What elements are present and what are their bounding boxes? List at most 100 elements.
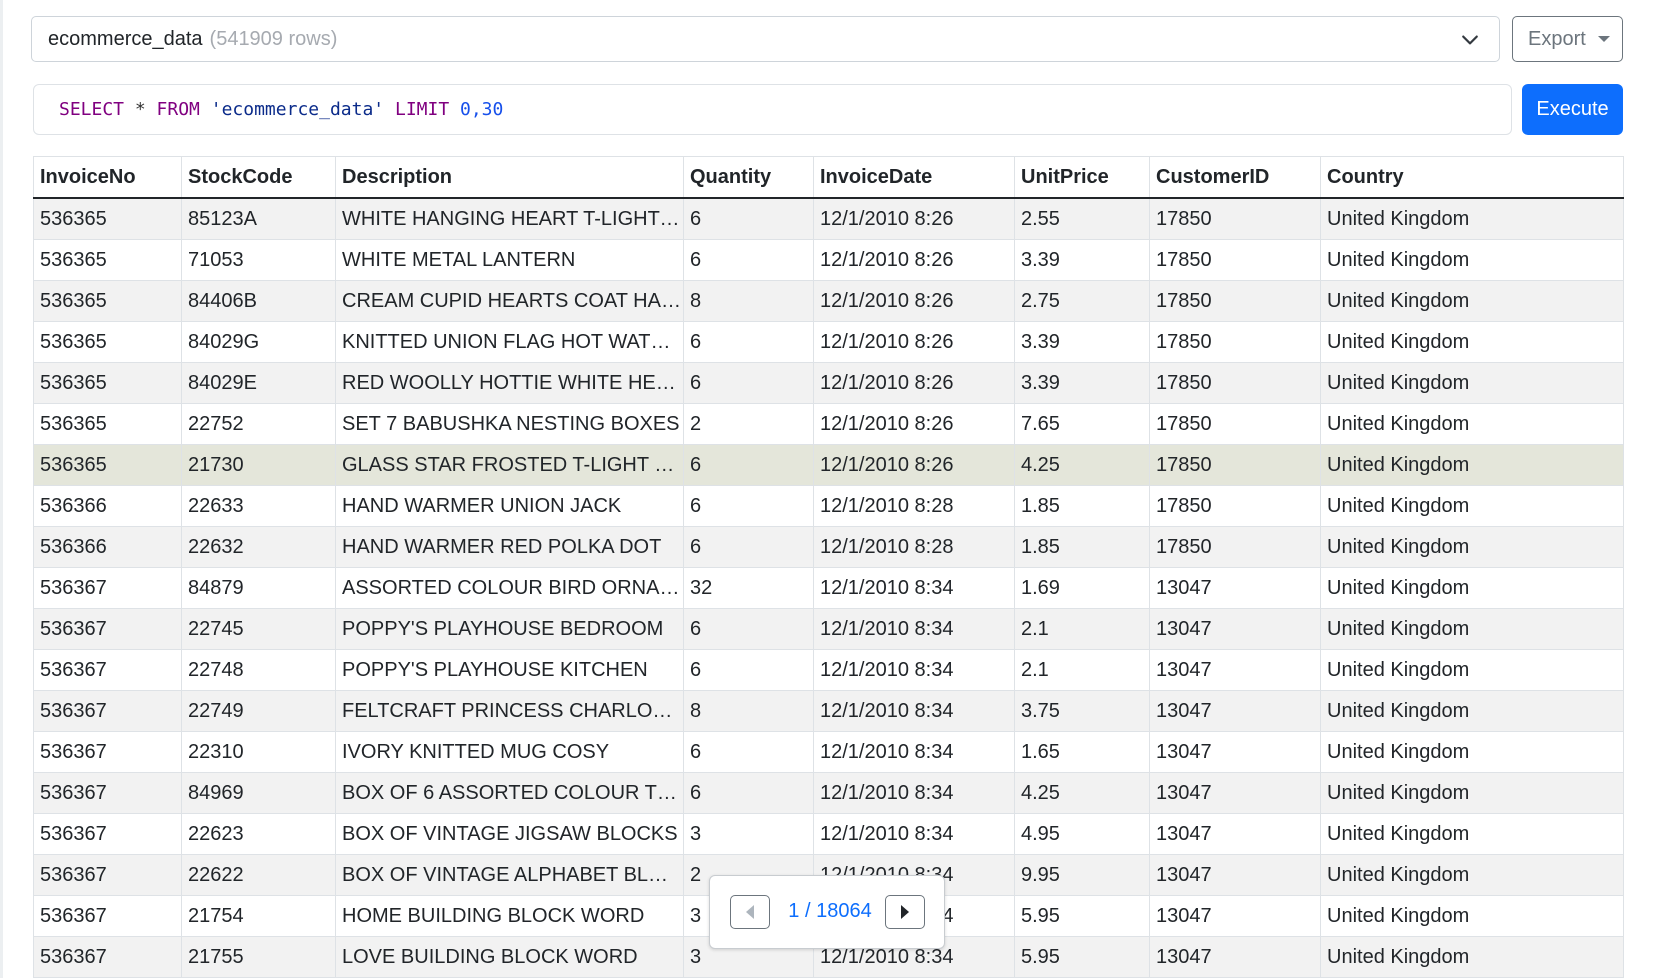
cell-unitprice: 2.75 [1014, 280, 1150, 322]
cell-customerid: 13047 [1149, 936, 1321, 978]
cell-stockcode: 22310 [181, 731, 336, 773]
cell-country: United Kingdom [1320, 485, 1624, 527]
column-header-quantity[interactable]: Quantity [683, 156, 814, 199]
table-row[interactable]: 536367 22310 IVORY KNITTED MUG COSY 6 12/1/2… [33, 731, 1624, 773]
cell-quantity: 6 [683, 649, 814, 691]
export-button[interactable]: Export [1512, 16, 1623, 62]
cell-country: United Kingdom [1320, 403, 1624, 445]
left-edge-divider [0, 0, 3, 978]
table-select-name: ecommerce_data [48, 27, 203, 50]
cell-invoiceno: 536365 [33, 444, 182, 486]
cell-unitprice: 3.39 [1014, 239, 1150, 281]
cell-description: RED WOOLLY HOTTIE WHITE HEART. [335, 362, 684, 404]
cell-country: United Kingdom [1320, 567, 1624, 609]
cell-quantity: 2 [683, 403, 814, 445]
column-header-stockcode[interactable]: StockCode [181, 156, 336, 199]
cell-stockcode: 85123A [181, 198, 336, 240]
table-row[interactable]: 536365 84406B CREAM CUPID HEARTS COAT HANG… [33, 280, 1624, 322]
table-row[interactable]: 536365 71053 WHITE METAL LANTERN 6 12/1/2010… [33, 239, 1624, 281]
cell-unitprice: 2.55 [1014, 198, 1150, 240]
cell-invoicedate: 12/1/2010 8:34 [813, 567, 1015, 609]
table-row[interactable]: 536366 22633 HAND WARMER UNION JACK 6 12/1/2… [33, 485, 1624, 527]
cell-country: United Kingdom [1320, 895, 1624, 937]
cell-country: United Kingdom [1320, 772, 1624, 814]
cell-invoiceno: 536365 [33, 280, 182, 322]
table-row[interactable]: 536367 22623 BOX OF VINTAGE JIGSAW BLOCKS 3… [33, 813, 1624, 855]
table-row[interactable]: 536365 22752 SET 7 BABUSHKA NESTING BOXES 2… [33, 403, 1624, 445]
cell-invoiceno: 536367 [33, 690, 182, 732]
sql-keyword-limit: LIMIT [394, 99, 450, 120]
cell-stockcode: 22622 [181, 854, 336, 896]
cell-unitprice: 3.39 [1014, 321, 1150, 363]
cell-stockcode: 22752 [181, 403, 336, 445]
cell-customerid: 13047 [1149, 772, 1321, 814]
cell-unitprice: 1.85 [1014, 485, 1150, 527]
cell-customerid: 17850 [1149, 403, 1321, 445]
table-row[interactable]: 536365 21730 GLASS STAR FROSTED T-LIGHT HO… [33, 444, 1624, 486]
cell-invoiceno: 536367 [33, 649, 182, 691]
cell-description: CREAM CUPID HEARTS COAT HANGER [335, 280, 684, 322]
cell-invoicedate: 12/1/2010 8:26 [813, 444, 1015, 486]
cell-invoicedate: 12/1/2010 8:26 [813, 403, 1015, 445]
execute-button[interactable]: Execute [1522, 84, 1623, 135]
cell-unitprice: 1.65 [1014, 731, 1150, 773]
cell-description: WHITE METAL LANTERN [335, 239, 684, 281]
cell-country: United Kingdom [1320, 280, 1624, 322]
cell-description: GLASS STAR FROSTED T-LIGHT HOLDER [335, 444, 684, 486]
cell-country: United Kingdom [1320, 526, 1624, 568]
cell-description: FELTCRAFT PRINCESS CHARLOTTE DOLL [335, 690, 684, 732]
cell-country: United Kingdom [1320, 690, 1624, 732]
cell-quantity: 6 [683, 485, 814, 527]
cell-country: United Kingdom [1320, 321, 1624, 363]
cell-quantity: 8 [683, 280, 814, 322]
table-select[interactable]: ecommerce_data (541909 rows) [31, 16, 1500, 62]
table-row[interactable]: 536365 84029G KNITTED UNION FLAG HOT WATER… [33, 321, 1624, 363]
cell-invoicedate: 12/1/2010 8:34 [813, 813, 1015, 855]
table-row[interactable]: 536365 84029E RED WOOLLY HOTTIE WHITE HEAR… [33, 362, 1624, 404]
column-header-unitprice[interactable]: UnitPrice [1014, 156, 1150, 199]
table-row[interactable]: 53636784969BOX OF 6 ASSORTED COLOUR TEAS… [33, 772, 1624, 814]
cell-stockcode: 21730 [181, 444, 336, 486]
column-header-invoiceno[interactable]: InvoiceNo [33, 156, 182, 199]
column-header-country[interactable]: Country [1320, 156, 1624, 199]
cell-country: United Kingdom [1320, 649, 1624, 691]
cell-unitprice: 7.65 [1014, 403, 1150, 445]
next-page-button[interactable] [885, 895, 925, 929]
table-row[interactable]: 536367 22745 POPPY'S PLAYHOUSE BEDROOM 6 12/… [33, 608, 1624, 650]
cell-invoicedate: 12/1/2010 8:34 [813, 731, 1015, 773]
export-button-label: Export [1528, 27, 1586, 50]
cell-invoiceno: 536367 [33, 731, 182, 773]
caret-down-icon [1597, 36, 1610, 42]
prev-page-button[interactable] [730, 895, 770, 929]
table-row[interactable]: 536365 85123A WHITE HANGING HEART T-LIGHT … [33, 198, 1624, 240]
cell-stockcode: 22748 [181, 649, 336, 691]
cell-stockcode: 84029G [181, 321, 336, 363]
cell-invoicedate: 12/1/2010 8:34 [813, 608, 1015, 650]
cell-unitprice: 4.25 [1014, 444, 1150, 486]
column-header-invoicedate[interactable]: InvoiceDate [813, 156, 1015, 199]
cell-quantity: 6 [683, 362, 814, 404]
cell-country: United Kingdom [1320, 608, 1624, 650]
table-row[interactable]: 536367 84879 ASSORTED COLOUR BIRD ORNAMENT… [33, 567, 1624, 609]
column-header-customerid[interactable]: CustomerID [1149, 156, 1321, 199]
cell-invoicedate: 12/1/2010 8:34 [813, 690, 1015, 732]
table-row[interactable]: 536366 22632 HAND WARMER RED POLKA DOT 6 12/… [33, 526, 1624, 568]
sql-query-editor[interactable]: SELECT * FROM 'ecommerce_data' LIMIT 0,3… [33, 84, 1512, 135]
cell-customerid: 13047 [1149, 854, 1321, 896]
cell-country: United Kingdom [1320, 198, 1624, 240]
cell-invoiceno: 536365 [33, 362, 182, 404]
cell-stockcode: 22623 [181, 813, 336, 855]
cell-country: United Kingdom [1320, 239, 1624, 281]
table-row[interactable]: 536367 22748 POPPY'S PLAYHOUSE KITCHEN 6 12/… [33, 649, 1624, 691]
cell-description: POPPY'S PLAYHOUSE KITCHEN [335, 649, 684, 691]
column-header-description[interactable]: Description [335, 156, 684, 199]
cell-stockcode: 71053 [181, 239, 336, 281]
chevron-down-icon [1462, 35, 1478, 45]
table-row[interactable]: 536367 22749 FELTCRAFT PRINCESS CHARLOTTE … [33, 690, 1624, 732]
results-table: InvoiceNo StockCode Description Quantity Inv… [33, 156, 1624, 978]
triangle-left-icon [746, 905, 754, 919]
cell-customerid: 17850 [1149, 239, 1321, 281]
cell-quantity: 6 [683, 444, 814, 486]
cell-country: United Kingdom [1320, 731, 1624, 773]
cell-invoiceno: 536367 [33, 772, 182, 814]
